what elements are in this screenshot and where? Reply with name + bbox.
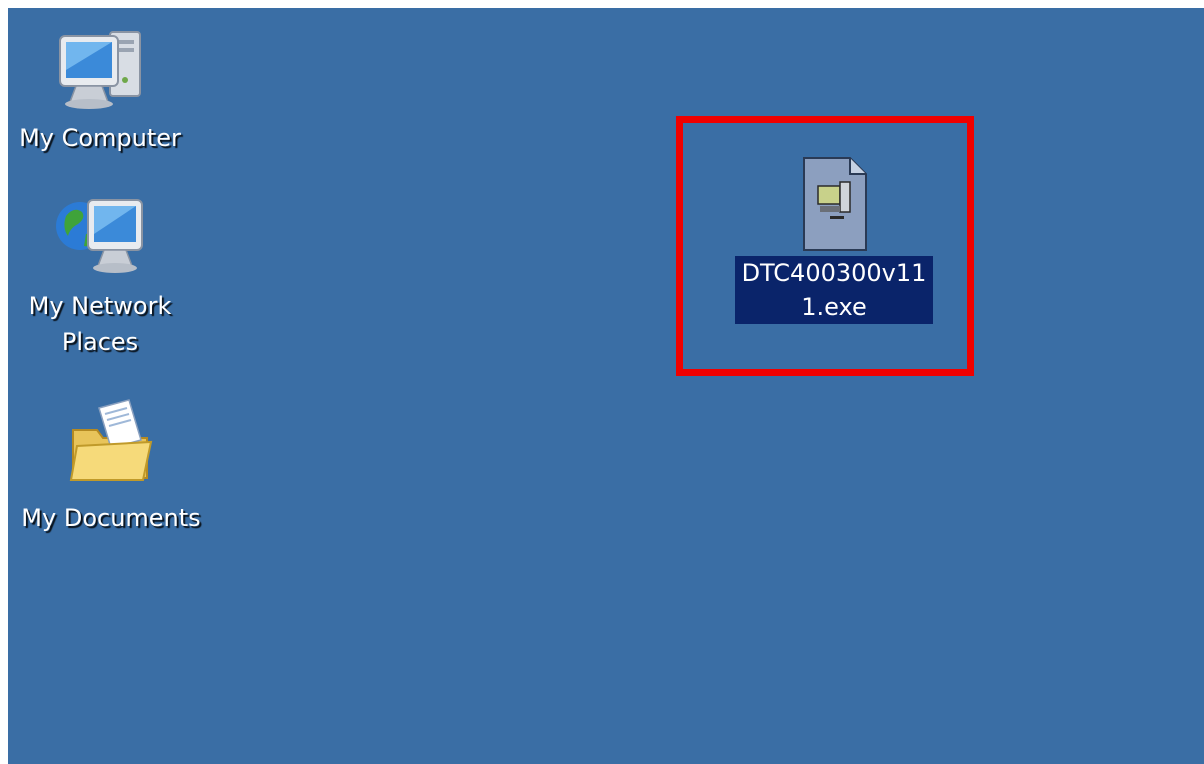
- my-network-places-label: My Network Places: [28, 292, 172, 356]
- dtc400300v111-exe-file[interactable]: DTC400300v111.exe: [734, 156, 934, 324]
- my-documents-label: My Documents: [21, 504, 201, 532]
- my-documents-shortcut[interactable]: My Documents: [8, 394, 214, 536]
- folder-documents-icon: [69, 399, 153, 481]
- installer-exe-icon: [803, 157, 867, 251]
- network-globe-icon: [56, 199, 143, 273]
- computer-icon: [59, 31, 141, 109]
- my-computer-label: My Computer: [19, 124, 181, 152]
- desktop[interactable]: My Computer My Network Places My Documen…: [8, 8, 1204, 764]
- dtc400300v111-exe-label: DTC400300v111.exe: [735, 256, 933, 324]
- my-network-places-shortcut[interactable]: My Network Places: [8, 188, 192, 360]
- my-computer-shortcut[interactable]: My Computer: [8, 22, 192, 156]
